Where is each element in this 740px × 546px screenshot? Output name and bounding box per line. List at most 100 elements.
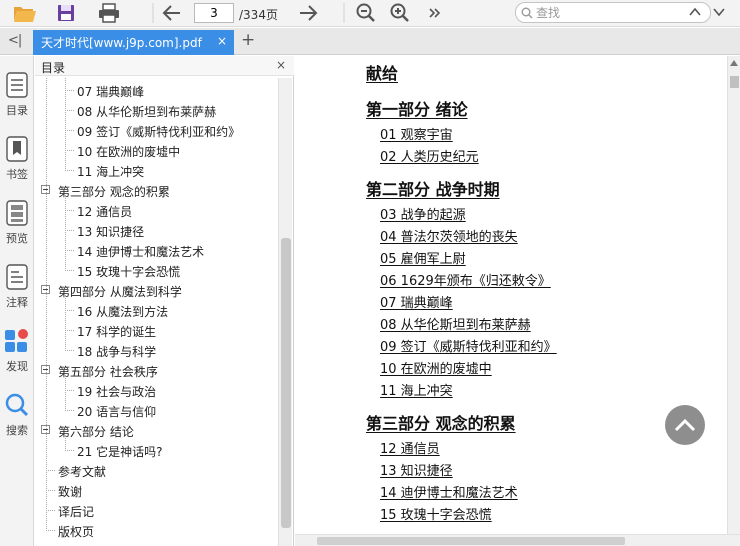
- outline-item[interactable]: 21 它是神话吗?: [35, 440, 281, 460]
- toc-entry[interactable]: 05 雇佣军上尉: [380, 248, 466, 267]
- toc-entry[interactable]: 13 知识捷径: [380, 460, 453, 479]
- toc-entry[interactable]: 01 观察宇宙: [380, 124, 453, 143]
- rail-item-bookmarks[interactable]: 书签: [0, 136, 34, 182]
- side-rail: 目录 书签 预览 注释 发现 搜索: [0, 56, 34, 546]
- toc-heading[interactable]: 第一部分 绪论: [366, 96, 468, 120]
- toc-entry[interactable]: 04 普法尔茨领地的丧失: [380, 226, 518, 245]
- open-folder-icon[interactable]: [13, 2, 37, 24]
- document-scroll-thumb[interactable]: [730, 76, 739, 88]
- outline-item-label: 12 通信员: [77, 205, 133, 219]
- save-icon[interactable]: [54, 2, 78, 24]
- back-to-top-button[interactable]: [665, 405, 705, 445]
- collapse-panel-icon[interactable]: <|: [8, 33, 22, 48]
- outline-item-label: 第四部分 从魔法到科学: [58, 285, 182, 299]
- close-tab-icon[interactable]: ×: [217, 34, 227, 48]
- outline-item-label: 第六部分 结论: [58, 425, 134, 439]
- print-icon[interactable]: [97, 2, 121, 24]
- rail-item-notes[interactable]: 注释: [0, 264, 34, 310]
- toc-entry[interactable]: 02 人类历史纪元: [380, 146, 479, 165]
- outline-scrollbar[interactable]: [278, 78, 292, 546]
- outline-item[interactable]: 19 社会与政治: [35, 380, 281, 400]
- toc-entry[interactable]: 07 瑞典巅峰: [380, 292, 453, 311]
- rail-label: 目录: [6, 104, 28, 117]
- rail-item-discover[interactable]: 发现: [0, 328, 34, 374]
- outline-item[interactable]: 16 从魔法到方法: [35, 300, 281, 320]
- outline-item-label: 14 迪伊博士和魔法艺术: [77, 245, 205, 259]
- toc-entry[interactable]: 15 玫瑰十字会恐慌: [380, 504, 492, 523]
- toc-entry[interactable]: 12 通信员: [380, 438, 440, 457]
- outline-scroll-thumb[interactable]: [281, 238, 291, 528]
- search-box[interactable]: [515, 2, 711, 23]
- document-horizontal-scrollbar[interactable]: [295, 534, 740, 546]
- tree-connector: [65, 450, 74, 451]
- rail-item-outline[interactable]: 目录: [0, 72, 34, 118]
- outline-item-label: 11 海上冲突: [77, 165, 145, 179]
- outline-item[interactable]: 14 迪伊博士和魔法艺术: [35, 240, 281, 260]
- rail-item-search[interactable]: 搜索: [0, 392, 34, 438]
- toc-entry[interactable]: 06 1629年颁布《归还敕令》: [380, 270, 551, 289]
- outline-item[interactable]: 10 在欧洲的废墟中: [35, 140, 281, 160]
- outline-item[interactable]: 译后记: [35, 500, 281, 520]
- outline-part[interactable]: 第三部分 观念的积累: [35, 180, 281, 200]
- tree-connector: [65, 195, 66, 271]
- outline-item[interactable]: 07 瑞典巅峰: [35, 80, 281, 100]
- toc-entry[interactable]: 03 战争的起源: [380, 204, 466, 223]
- tab-document[interactable]: 天才时代[www.j9p.com].pdf ×: [33, 30, 234, 55]
- toc-entry[interactable]: 10 在欧洲的废墟中: [380, 358, 492, 377]
- outline-part[interactable]: 第四部分 从魔法到科学: [35, 280, 281, 300]
- toc-heading[interactable]: 第二部分 战争时期: [366, 176, 500, 200]
- outline-item[interactable]: 版权页: [35, 520, 281, 540]
- outline-item-label: 第五部分 社会秩序: [58, 365, 158, 379]
- outline-panel: 目录 × 07 瑞典巅峰 08 从华伦斯坦到布莱萨赫 09 签订《威斯特伐利亚和约》…: [35, 56, 294, 546]
- thumbnails-icon: [6, 200, 28, 226]
- page-total: /334页: [239, 8, 278, 22]
- outline-item[interactable]: 09 签订《威斯特伐利亚和约》: [35, 120, 281, 140]
- toc-entry[interactable]: 11 海上冲突: [380, 380, 453, 399]
- toc-heading[interactable]: 献给: [366, 60, 398, 84]
- outline-item[interactable]: 08 从华伦斯坦到布莱萨赫: [35, 100, 281, 120]
- outline-item[interactable]: 15 玫瑰十字会恐慌: [35, 260, 281, 280]
- new-tab-icon[interactable]: +: [241, 30, 255, 50]
- zoom-out-icon[interactable]: [354, 2, 378, 24]
- rail-label: 预览: [6, 232, 28, 245]
- search-icon: [5, 393, 29, 417]
- document-hscroll-thumb[interactable]: [317, 537, 625, 545]
- outline-item[interactable]: 参考文献: [35, 460, 281, 480]
- outline-item[interactable]: 致谢: [35, 480, 281, 500]
- tree-connector: [65, 390, 74, 391]
- more-icon[interactable]: [422, 2, 446, 24]
- next-page-icon[interactable]: [296, 2, 320, 24]
- prev-page-icon[interactable]: [160, 2, 184, 24]
- tree-connector: [65, 170, 74, 171]
- outline-item-label: 15 玫瑰十字会恐慌: [77, 265, 181, 279]
- toc-entry[interactable]: 08 从华伦斯坦到布莱萨赫: [380, 314, 531, 333]
- tab-title: 天才时代[www.j9p.com].pdf: [41, 36, 202, 50]
- outline-part[interactable]: 第六部分 结论: [35, 420, 281, 440]
- outline-item[interactable]: 17 科学的诞生: [35, 320, 281, 340]
- page-number-input[interactable]: [194, 3, 234, 23]
- toc-entry[interactable]: 14 迪伊博士和魔法艺术: [380, 482, 518, 501]
- scroll-up-icon[interactable]: [730, 60, 738, 66]
- close-outline-icon[interactable]: ×: [276, 58, 286, 72]
- outline-tree: 07 瑞典巅峰 08 从华伦斯坦到布莱萨赫 09 签订《威斯特伐利亚和约》 10 在欧…: [35, 78, 281, 546]
- outline-item[interactable]: 11 海上冲突: [35, 160, 281, 180]
- outline-item[interactable]: 13 知识捷径: [35, 220, 281, 240]
- outline-item[interactable]: 12 通信员: [35, 200, 281, 220]
- outline-item[interactable]: 18 战争与科学: [35, 340, 281, 360]
- zoom-in-icon[interactable]: [388, 2, 412, 24]
- toc-heading[interactable]: 第三部分 观念的积累: [366, 410, 516, 434]
- outline-part[interactable]: 第五部分 社会秩序: [35, 360, 281, 380]
- tree-connector: [65, 435, 66, 451]
- document-vertical-scrollbar[interactable]: [727, 56, 740, 534]
- outline-item[interactable]: 20 语言与信仰: [35, 400, 281, 420]
- rail-item-preview[interactable]: 预览: [0, 200, 34, 246]
- tree-connector: [65, 150, 74, 151]
- search-next-icon[interactable]: [710, 3, 728, 21]
- search-prev-icon[interactable]: [686, 3, 704, 21]
- outline-title: 目录: [41, 61, 66, 75]
- search-input[interactable]: [536, 5, 681, 20]
- tree-connector: [46, 490, 55, 491]
- tree-connector: [65, 330, 74, 331]
- rail-label: 书签: [6, 168, 28, 181]
- toc-entry[interactable]: 09 签订《威斯特伐利亚和约》: [380, 336, 557, 355]
